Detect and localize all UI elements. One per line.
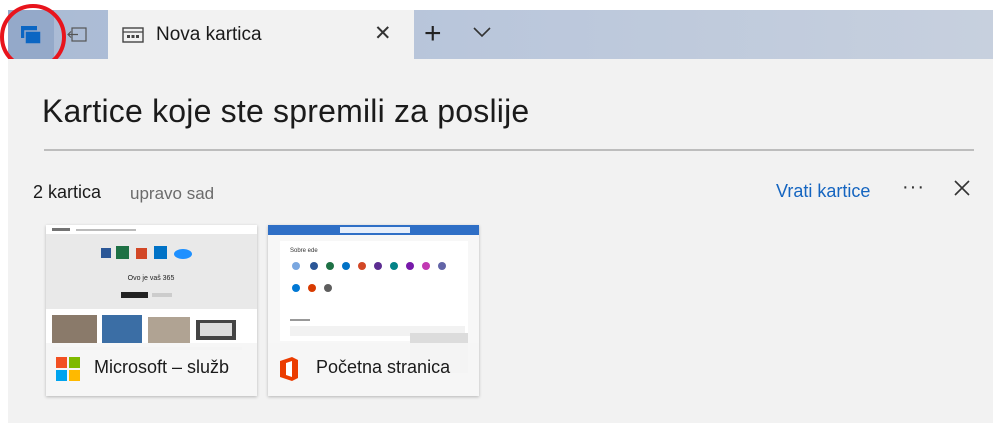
active-tab[interactable]: Nova kartica ✕: [108, 10, 414, 59]
plus-icon[interactable]: +: [424, 19, 442, 49]
thumb-heading: Ovo je vaš 365: [128, 275, 175, 282]
group-tab-count: 2 kartica: [33, 182, 102, 202]
microsoft-logo-icon: [56, 357, 80, 381]
page-favicon: [122, 27, 144, 43]
more-options-icon[interactable]: ···: [902, 176, 925, 199]
group-timestamp: upravo sad: [130, 184, 215, 203]
tab-title: Nova kartica: [156, 24, 262, 45]
page-title: Kartice koje ste spremili za poslije: [42, 93, 530, 129]
office-logo-icon: [280, 357, 298, 381]
chevron-down-icon[interactable]: [472, 26, 492, 38]
card-caption: Microsoft – služb: [46, 343, 257, 396]
thumb-heading: Sobre ede: [290, 248, 318, 254]
saved-tab-card-office[interactable]: Sobre ede Početna stranica: [268, 225, 479, 396]
tabs-aside-panel: Kartice koje ste spremili za poslije 2 k…: [8, 59, 993, 423]
set-tabs-aside-icon: [67, 26, 87, 42]
tab-bar: Nova kartica ✕ +: [8, 10, 993, 59]
close-icon[interactable]: [952, 178, 972, 198]
card-title: Microsoft – služb: [94, 357, 230, 377]
card-caption: Početna stranica: [268, 343, 479, 396]
divider: [44, 149, 974, 151]
saved-tab-card-microsoft[interactable]: Ovo je vaš 365 Microsoft – služb: [46, 225, 257, 396]
card-title: Početna stranica: [316, 357, 451, 377]
restore-tabs-link[interactable]: Vrati kartice: [776, 181, 870, 202]
close-tab-icon[interactable]: ✕: [374, 23, 392, 44]
